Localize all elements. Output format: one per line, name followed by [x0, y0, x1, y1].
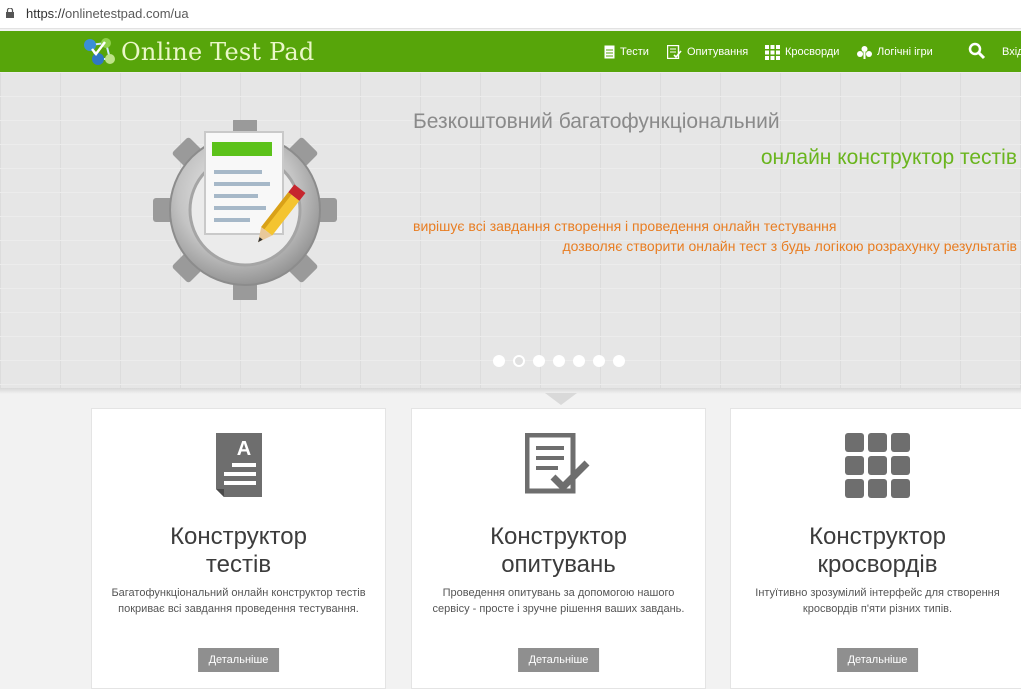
logo-molecule-icon[interactable] [80, 33, 118, 71]
slider-dot[interactable] [553, 355, 565, 367]
browser-address-bar[interactable]: https://onlinetestpad.com/ua [0, 0, 1021, 29]
feature-card-crosswords: Конструктор кросвордів Інтуїтивно зрозум… [730, 408, 1021, 689]
hero-divider [0, 388, 1021, 394]
nav-item-tests[interactable]: Тести [604, 44, 649, 60]
grid-icon [765, 44, 780, 60]
gear-document-pencil-icon [153, 120, 337, 300]
nav-item-label: Опитування [687, 46, 749, 58]
login-link[interactable]: Вхід [1002, 44, 1021, 60]
slider-pointer [545, 393, 577, 405]
hero-subtitle: онлайн конструктор тестів [760, 146, 1017, 169]
slider-dot[interactable] [573, 355, 585, 367]
nav-item-logic-games[interactable]: Логічні ігри [857, 44, 933, 60]
details-button[interactable]: Детальніше [197, 648, 280, 672]
hero-title: Безкоштовний багатофункціональний [413, 110, 780, 133]
card-title: Конструктор тестів [170, 523, 307, 578]
slider-dot[interactable] [493, 355, 505, 367]
details-button[interactable]: Детальніше [517, 648, 600, 672]
feature-card-tests: A Конструктор тестів Багатофункціональни… [91, 408, 386, 689]
url-scheme: https:// [26, 6, 66, 21]
nav-item-surveys[interactable]: Опитування [667, 44, 748, 60]
details-button[interactable]: Детальніше [836, 648, 919, 672]
card-description: Проведення опитувань за допомогою нашого… [432, 587, 685, 615]
search-icon[interactable] [968, 42, 986, 60]
slider-pagination [493, 355, 625, 367]
feature-card-surveys: Конструктор опитувань Проведення опитува… [411, 408, 706, 689]
nav-item-label: Тести [620, 46, 649, 58]
address-url[interactable]: https://onlinetestpad.com/ua [26, 6, 189, 21]
login-label: Вхід [1002, 46, 1021, 58]
slider-dot[interactable] [593, 355, 605, 367]
card-description: Багатофункціональний онлайн конструктор … [111, 587, 366, 615]
checklist-icon [667, 45, 682, 59]
nav-item-crosswords[interactable]: Кросворди [765, 44, 839, 60]
test-document-icon: A [215, 433, 262, 497]
card-description: Інтуїтивно зрозумілий інтерфейс для ство… [755, 587, 1000, 615]
document-icon [604, 45, 615, 59]
survey-checklist-icon [524, 433, 589, 494]
puzzle-icon [857, 45, 872, 59]
card-title: Конструктор кросвордів [809, 523, 946, 578]
hero-feature-line: вирішує всі завдання створення і проведе… [413, 218, 837, 234]
nav-item-label: Кросворди [785, 46, 840, 58]
nav-item-label: Логічні ігри [877, 46, 933, 58]
url-host: onlinetestpad.com/ua [65, 6, 189, 21]
hero-feature-line: дозволяє створити онлайн тест з будь лог… [562, 238, 1017, 254]
card-title: Конструктор опитувань [490, 523, 627, 578]
svg-text:A: A [236, 438, 250, 460]
crossword-grid-icon [844, 433, 910, 498]
site-logo-text[interactable]: Online Test Pad [121, 38, 314, 66]
slider-dot[interactable] [533, 355, 545, 367]
slider-dot-active[interactable] [513, 355, 525, 367]
lock-icon [6, 8, 14, 18]
slider-dot[interactable] [613, 355, 625, 367]
